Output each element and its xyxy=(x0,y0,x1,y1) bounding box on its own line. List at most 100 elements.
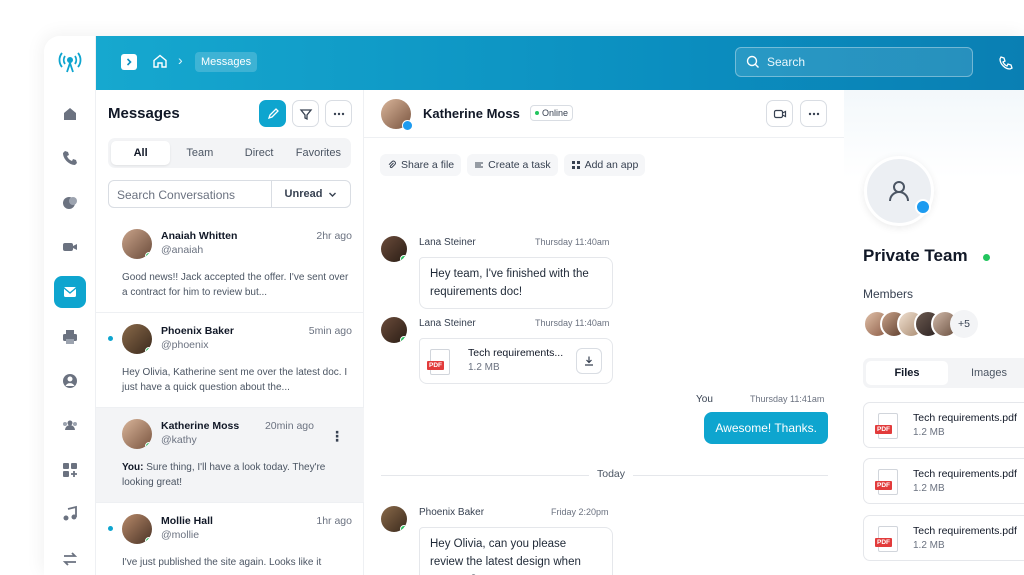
conversation-preview: You: Sure thing, I'll have a look today.… xyxy=(122,460,354,490)
conversation-list-panel: Messages All Team Direct Favorites Searc… xyxy=(96,90,364,575)
conversation-time: 5min ago xyxy=(308,325,352,337)
conversation-preview: I've just published the site again. Look… xyxy=(122,557,322,568)
unread-filter-select[interactable]: Unread xyxy=(272,181,350,207)
conversations-title: Messages xyxy=(108,105,180,122)
chat-actions: Share a file Create a task Add an app xyxy=(380,154,646,176)
tab-all[interactable]: All xyxy=(111,141,171,165)
chevron-down-icon xyxy=(329,192,337,197)
avatar xyxy=(381,317,407,343)
conversation-item[interactable]: Anaiah Whitten @anaiah 2hr ago Good news… xyxy=(96,218,364,313)
video-call-button[interactable] xyxy=(766,100,793,127)
nav-music[interactable] xyxy=(54,498,86,530)
own-message-bubble: Awesome! Thanks. xyxy=(704,412,828,444)
ellipsis-icon xyxy=(333,112,344,115)
online-indicator xyxy=(145,537,152,544)
video-icon xyxy=(773,109,786,118)
conversation-handle: @kathy xyxy=(161,434,197,446)
message-sender: You xyxy=(696,394,713,405)
tab-favorites[interactable]: Favorites xyxy=(289,141,348,165)
chat-contact-name: Katherine Moss xyxy=(423,106,520,121)
message-sender: Lana Steiner xyxy=(419,237,476,248)
nav-video[interactable] xyxy=(54,231,86,263)
search-placeholder: Search xyxy=(767,55,806,69)
share-file-button[interactable]: Share a file xyxy=(380,154,462,176)
expand-sidebar-button[interactable] xyxy=(121,54,137,70)
file-name: Tech requirements.pdf xyxy=(913,468,1017,480)
app-window: › Messages Search Messages All Team Dire… xyxy=(44,36,1024,575)
chat-bubbles-icon xyxy=(63,197,77,209)
details-tabs: Files Images xyxy=(863,358,1024,388)
file-attachment[interactable]: PDF Tech requirements... 1.2 MB xyxy=(419,338,613,384)
more-options-button[interactable] xyxy=(325,100,352,127)
filter-button[interactable] xyxy=(292,100,319,127)
nav-team[interactable] xyxy=(54,409,86,441)
tab-team[interactable]: Team xyxy=(170,141,229,165)
conversation-search: Search Conversations Unread xyxy=(108,180,351,208)
online-indicator xyxy=(145,347,152,354)
nav-switch[interactable] xyxy=(54,543,86,575)
top-bar: › Messages Search xyxy=(96,36,1024,90)
avatar xyxy=(122,514,152,544)
breadcrumb-separator: › xyxy=(178,52,183,68)
message: Phoenix Baker Friday 2:20pm Hey Olivia, … xyxy=(381,506,613,575)
message: Lana Steiner Thursday 11:40am Hey team, … xyxy=(381,236,613,309)
file-item[interactable]: PDF Tech requirements.pdf 1.2 MB xyxy=(863,458,1024,504)
task-list-icon xyxy=(475,162,484,168)
user-circle-icon xyxy=(63,374,77,388)
file-size: 1.2 MB xyxy=(913,427,945,438)
file-name: Tech requirements.pdf xyxy=(913,525,1017,537)
nav-chats[interactable] xyxy=(54,187,86,219)
online-indicator xyxy=(145,252,152,259)
nav-apps[interactable] xyxy=(54,454,86,486)
conversation-item-selected[interactable]: Katherine Moss @kathy 20min ago ⋮ You: S… xyxy=(96,408,364,503)
message-sender: Phoenix Baker xyxy=(419,507,485,518)
file-item[interactable]: PDF Tech requirements.pdf 1.2 MB xyxy=(863,402,1024,448)
conversation-name: Mollie Hall xyxy=(161,515,213,527)
conversation-handle: @anaiah xyxy=(161,244,204,256)
tab-images[interactable]: Images xyxy=(948,361,1024,385)
search-conversations-input[interactable]: Search Conversations xyxy=(109,181,272,207)
conversation-item[interactable]: Mollie Hall @mollie 1hr ago I've just pu… xyxy=(96,503,364,575)
more-members-badge[interactable]: +5 xyxy=(950,310,978,338)
search-icon xyxy=(746,55,759,68)
chat-more-button[interactable] xyxy=(800,100,827,127)
phone-icon[interactable] xyxy=(998,55,1014,71)
filter-icon xyxy=(299,108,312,120)
nav-print[interactable] xyxy=(54,321,86,353)
conversation-item[interactable]: Phoenix Baker @phoenix 5min ago Hey Oliv… xyxy=(96,313,364,408)
nav-home[interactable] xyxy=(54,98,86,130)
share-file-label: Share a file xyxy=(401,159,455,171)
home-icon[interactable] xyxy=(152,53,168,69)
message-time: Friday 2:20pm xyxy=(551,507,609,517)
nav-messages[interactable] xyxy=(54,276,86,308)
ellipsis-icon xyxy=(808,112,819,115)
message-bubble: Hey team, I've finished with the require… xyxy=(419,257,613,309)
nav-profile[interactable] xyxy=(54,365,86,397)
download-icon xyxy=(585,356,593,366)
chat-header: Katherine Moss Online xyxy=(364,90,844,138)
message-sender: Lana Steiner xyxy=(419,318,476,329)
avatar xyxy=(381,99,413,131)
conversation-time: 2hr ago xyxy=(316,230,352,242)
create-task-button[interactable]: Create a task xyxy=(467,154,558,176)
conversation-menu-button[interactable]: ⋮ xyxy=(330,428,344,445)
compose-button[interactable] xyxy=(259,100,286,127)
file-item[interactable]: PDF Tech requirements.pdf 1.2 MB xyxy=(863,515,1024,561)
breadcrumb-current[interactable]: Messages xyxy=(195,52,258,72)
preview-prefix: You: xyxy=(122,462,144,473)
tab-direct[interactable]: Direct xyxy=(230,141,289,165)
mail-icon xyxy=(63,287,77,297)
broadcast-logo-icon xyxy=(58,52,82,73)
conversation-tabs: All Team Direct Favorites xyxy=(108,138,351,168)
unread-filter-label: Unread xyxy=(284,188,323,200)
search-input[interactable]: Search xyxy=(735,47,973,77)
message-bubble: Hey Olivia, can you please review the la… xyxy=(419,527,613,575)
online-indicator xyxy=(145,442,152,449)
swap-arrows-icon xyxy=(62,552,78,566)
tab-files[interactable]: Files xyxy=(866,361,948,385)
download-button[interactable] xyxy=(576,348,602,374)
printer-icon xyxy=(63,330,77,344)
nav-calls[interactable] xyxy=(54,142,86,174)
add-app-button[interactable]: Add an app xyxy=(563,154,646,176)
chat-panel: Katherine Moss Online Share a file Creat… xyxy=(364,90,844,575)
